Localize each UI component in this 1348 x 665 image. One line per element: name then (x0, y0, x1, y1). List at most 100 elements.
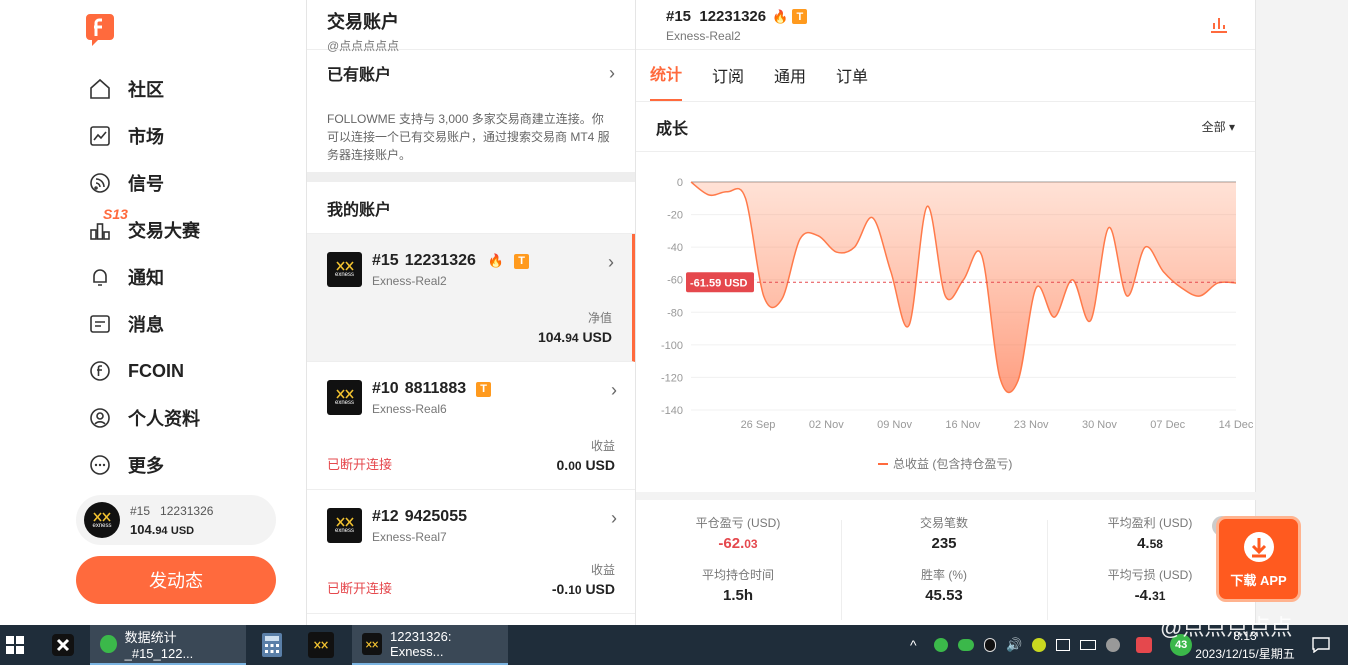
caret-down-icon: ▾ (1228, 120, 1235, 134)
chart-icon (90, 126, 110, 146)
network-icon[interactable] (1056, 639, 1071, 651)
chevron-right-icon: › (609, 62, 615, 83)
taskbar-browser-tab[interactable]: 数据统计_#15_122... (90, 625, 246, 665)
stat-value: -62. (718, 535, 745, 552)
divider (841, 520, 842, 620)
post-button[interactable]: 发动态 (76, 556, 276, 604)
notification-center-icon[interactable] (1312, 625, 1330, 665)
account-value-label: 收益 (590, 563, 615, 577)
range-value: 全部 (1201, 120, 1226, 134)
nav-label: 交易大赛 (128, 221, 200, 241)
chevron-right-icon: › (611, 508, 617, 528)
nav-label: 个人资料 (128, 409, 200, 429)
stats-grid: 平仓盈亏 (USD) -62.03 交易笔数 235 平均盈利 (USD) 4.… (636, 492, 1256, 625)
wechat-icon[interactable] (958, 639, 974, 651)
account-value-label: 收益 (590, 439, 615, 453)
sogou-icon[interactable] (1136, 637, 1153, 653)
stat-value: 4. (1137, 535, 1150, 552)
browser-icon (100, 635, 117, 653)
tray-app-icon[interactable] (934, 638, 948, 652)
nav-label: 信号 (128, 174, 164, 194)
account-value-label: 净值 (587, 311, 612, 325)
account-status: 已断开连接 (327, 457, 393, 472)
detail-account-server: Exness-Real2 (666, 29, 741, 43)
tab-general[interactable]: 通用 (774, 63, 806, 101)
stat-value: 235 (931, 535, 957, 552)
account-card[interactable]: exness #10 8811883 T Exness-Real6 › 已断开连接 … (307, 362, 635, 490)
account-card[interactable]: exness #15 12231326 🔥 T Exness-Real2 › 净值 1… (307, 234, 635, 362)
pill-currency: USD (170, 524, 195, 537)
account-type-badge: T (792, 9, 808, 24)
profile-icon (90, 408, 110, 428)
windows-start-icon[interactable] (6, 625, 24, 665)
nav-item-profile[interactable]: 个人资料 (88, 403, 200, 433)
app: 社区 市场 信号 S13 交易大赛 通知 消息 FCOIN 个人资料 更多 ex… (0, 0, 1348, 625)
bar-chart-icon[interactable] (1209, 14, 1229, 34)
nav-label: 消息 (128, 315, 164, 335)
existing-account-label: 已有账户 (327, 67, 392, 84)
y-tick-label: -80 (667, 307, 683, 319)
reference-label: -61.59 USD (690, 277, 748, 289)
chevron-right-icon: › (608, 252, 614, 272)
close-circle-icon[interactable] (1106, 638, 1121, 652)
tab-statistics[interactable]: 统计 (650, 61, 683, 101)
y-tick-label: -100 (661, 340, 683, 352)
home-icon (90, 78, 110, 99)
left-nav: 社区 市场 信号 S13 交易大赛 通知 消息 FCOIN 个人资料 更多 ex… (0, 0, 306, 625)
x-tick-label: 02 Nov (809, 419, 844, 431)
current-account-pill[interactable]: exness #15 12231326 104.94 USD (76, 495, 276, 545)
x-tick-label: 16 Nov (945, 419, 980, 431)
exness-logo-icon: exness (327, 252, 362, 287)
app-icon[interactable] (52, 625, 74, 665)
nav-item-contest[interactable]: 交易大赛 (88, 215, 200, 245)
nav-item-messages[interactable]: 消息 (88, 309, 164, 339)
nav-item-market[interactable]: 市场 (88, 121, 164, 151)
stat-value: 1.5h (722, 587, 753, 604)
account-server: Exness-Real6 (372, 402, 447, 416)
x-tick-label: 09 Nov (877, 419, 912, 431)
download-icon (1243, 532, 1274, 562)
exness-taskbar-icon[interactable] (308, 625, 334, 665)
chevron-right-icon: › (611, 380, 617, 400)
legend-label: 总收益 (包含持仓盈亏) (893, 456, 1012, 471)
volume-icon[interactable]: 🔊 (1006, 637, 1022, 653)
nav-item-more[interactable]: 更多 (88, 450, 164, 480)
tray-app-icon[interactable] (1032, 638, 1047, 652)
range-dropdown[interactable]: 全部 ▾ (1202, 118, 1235, 135)
pill-account-id: #15 (130, 503, 151, 518)
download-app-button[interactable]: 下载 APP (1216, 516, 1301, 602)
tab-orders[interactable]: 订单 (836, 63, 868, 101)
y-tick-label: -40 (667, 242, 683, 254)
calculator-icon[interactable] (262, 625, 282, 665)
x-tick-label: 14 Dec (1219, 419, 1254, 431)
nav-item-signal[interactable]: 信号 (88, 168, 164, 198)
account-card[interactable]: exness #12 9425055 Exness-Real7 › 已断开连接 收… (307, 490, 635, 614)
nav-item-community[interactable]: 社区 (88, 74, 164, 104)
nav-item-fcoin[interactable]: FCOIN (88, 356, 184, 386)
fire-icon: 🔥 (772, 8, 789, 24)
stat-avg-hold-time: 平均持仓时间 1.5h (638, 566, 838, 604)
my-accounts-heading: 我的账户 (307, 182, 635, 234)
value-currency: USD (585, 457, 615, 473)
y-tick-label: -120 (661, 372, 683, 384)
x-tick-label: 26 Sep (741, 419, 776, 431)
account-server: Exness-Real2 (372, 274, 447, 288)
account-type-badge: T (476, 381, 492, 397)
taskbar-mt4-tab[interactable]: 12231326: Exness... (352, 625, 508, 665)
followme-logo[interactable] (84, 12, 116, 48)
tray-expand-icon[interactable]: ^ (910, 625, 917, 665)
series-area (691, 182, 1236, 393)
exness-logo-icon: exness (84, 502, 120, 538)
qq-icon[interactable] (984, 638, 996, 652)
growth-chart: 0 -20 -40 -60 -80 -100 -120 -140 26 Sep 02 Nov 09… (636, 152, 1256, 492)
accounts-panel: 交易账户 @点点点点点 已有账户 › FOLLOWME 支持与 3,000 多家… (306, 0, 636, 625)
battery-icon[interactable] (1080, 640, 1097, 650)
growth-title: 成长 (656, 120, 689, 138)
tab-subscribe[interactable]: 订阅 (712, 63, 744, 101)
existing-account-row[interactable]: 已有账户 › (307, 50, 635, 96)
stat-value-dec: 31 (1152, 589, 1166, 603)
bell-icon (93, 269, 107, 286)
nav-item-notifications[interactable]: 通知 (88, 262, 164, 292)
nav-label: 更多 (128, 456, 164, 476)
account-status: 已断开连接 (327, 581, 393, 596)
